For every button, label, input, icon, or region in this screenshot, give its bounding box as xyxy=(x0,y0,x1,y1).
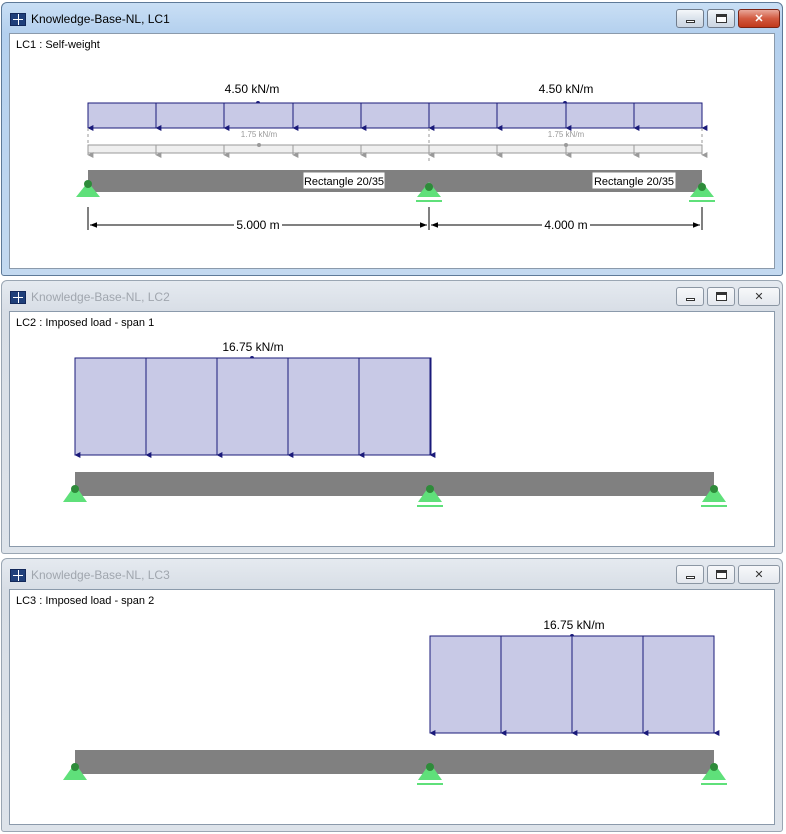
beam-member[interactable] xyxy=(75,472,714,496)
maximize-icon xyxy=(715,14,727,23)
close-icon: ✕ xyxy=(754,569,764,581)
close-icon: ✕ xyxy=(754,291,764,303)
distributed-load-span1[interactable] xyxy=(87,102,430,129)
window-title: Knowledge-Base-NL, LC2 xyxy=(31,290,170,304)
section-label-span1: Rectangle 20/35 xyxy=(304,176,384,188)
dimension-span1: 5.000 m xyxy=(236,218,279,232)
minimize-button[interactable] xyxy=(676,9,704,28)
distributed-load-span1[interactable] xyxy=(74,357,432,456)
rfem-app-icon[interactable] xyxy=(10,291,26,304)
maximize-icon xyxy=(715,292,727,301)
selfweight-label-span1: 1.75 kN/m xyxy=(241,130,278,139)
rfem-app-icon[interactable] xyxy=(10,569,26,582)
graphics-canvas[interactable]: LC2 : Imposed load - span 1 16.75 kN/m xyxy=(9,311,775,547)
graphics-canvas[interactable]: LC1 : Self-weight 4.50 kN/m 4.50 kN/m 1.… xyxy=(9,33,775,269)
maximize-button[interactable] xyxy=(707,287,735,306)
maximize-icon xyxy=(715,570,727,579)
maximize-button[interactable] xyxy=(707,565,735,584)
graphics-canvas[interactable]: LC3 : Imposed load - span 2 16.75 kN/m xyxy=(9,589,775,825)
window-lc2[interactable]: Knowledge-Base-NL, LC2 ✕ LC2 : Imposed l… xyxy=(1,280,783,554)
window-lc3[interactable]: Knowledge-Base-NL, LC3 ✕ LC3 : Imposed l… xyxy=(1,558,783,832)
section-label-span2: Rectangle 20/35 xyxy=(594,176,674,188)
rfem-app-icon[interactable] xyxy=(10,13,26,26)
window-title: Knowledge-Base-NL, LC3 xyxy=(31,568,170,582)
load-label: 16.75 kN/m xyxy=(222,340,283,354)
close-button[interactable]: ✕ xyxy=(738,9,780,28)
dimension-lines xyxy=(87,207,703,230)
minimize-icon xyxy=(685,576,695,579)
minimize-icon xyxy=(685,20,695,23)
close-button[interactable]: ✕ xyxy=(738,565,780,584)
load-label-span1: 4.50 kN/m xyxy=(225,82,280,96)
load-label: 16.75 kN/m xyxy=(543,618,604,632)
load-label-span2: 4.50 kN/m xyxy=(539,82,594,96)
minimize-button[interactable] xyxy=(676,565,704,584)
minimize-icon xyxy=(685,298,695,301)
dimension-span2: 4.000 m xyxy=(544,218,587,232)
minimize-button[interactable] xyxy=(676,287,704,306)
window-title: Knowledge-Base-NL, LC1 xyxy=(31,12,170,26)
beam-member[interactable] xyxy=(75,750,714,774)
close-button[interactable]: ✕ xyxy=(738,287,780,306)
maximize-button[interactable] xyxy=(707,9,735,28)
title-bar[interactable]: Knowledge-Base-NL, LC1 ✕ xyxy=(2,3,782,33)
close-icon: ✕ xyxy=(754,13,764,25)
window-lc1[interactable]: Knowledge-Base-NL, LC1 ✕ LC1 : Self-weig… xyxy=(1,2,783,276)
selfweight-label-span2: 1.75 kN/m xyxy=(548,130,585,139)
title-bar[interactable]: Knowledge-Base-NL, LC2 ✕ xyxy=(2,281,782,311)
title-bar[interactable]: Knowledge-Base-NL, LC3 ✕ xyxy=(2,559,782,589)
